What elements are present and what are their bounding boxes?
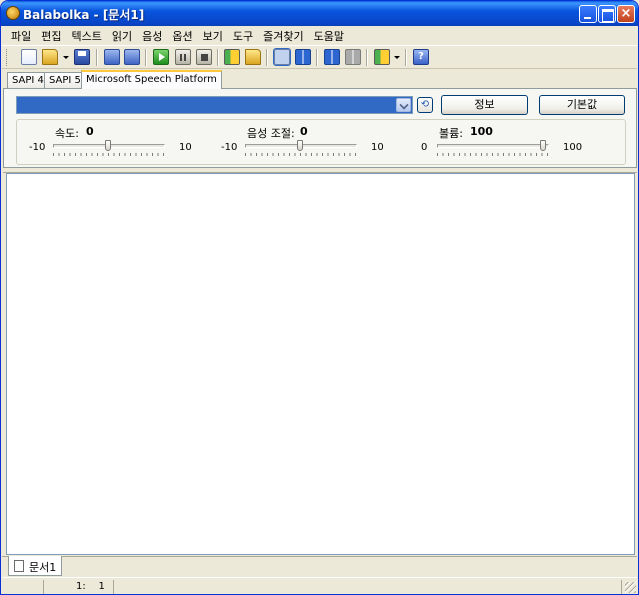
pitch-ticks	[245, 153, 357, 156]
help-icon[interactable]: ?	[413, 49, 429, 65]
new-document-icon[interactable]	[21, 49, 37, 65]
volume-value: 100	[470, 125, 493, 138]
volume-ticks	[437, 153, 549, 156]
document-tab-label: 문서1	[29, 561, 57, 574]
app-window: Balabolka - [문서1] × 파일 편집 텍스트 읽기 음성 옵션 보…	[0, 0, 639, 595]
clip-icon[interactable]	[324, 49, 340, 65]
open-dropdown-arrow-icon[interactable]	[63, 56, 69, 59]
volume-label: 볼륨:	[439, 127, 463, 140]
tab-microsoft-speech-platform[interactable]: Microsoft Speech Platform	[81, 70, 222, 89]
balabolka-app-icon[interactable]	[6, 6, 20, 20]
rate-max-label: 10	[179, 142, 192, 153]
status-pane-info	[116, 580, 622, 594]
lexicon-icon[interactable]	[245, 49, 261, 65]
rate-slider-thumb[interactable]	[105, 140, 111, 151]
chevron-down-icon[interactable]	[396, 98, 411, 112]
menu-text[interactable]: 텍스트	[67, 26, 107, 44]
document-icon	[14, 560, 24, 572]
pitch-slider-thumb[interactable]	[297, 140, 303, 151]
status-bar: 1: 1	[2, 577, 637, 594]
minimize-button[interactable]	[579, 5, 597, 23]
default-button[interactable]: 기본값	[539, 95, 625, 115]
toolbar-separator	[266, 49, 267, 66]
save-icon[interactable]	[74, 49, 90, 65]
menu-file[interactable]: 파일	[6, 26, 36, 44]
toolbar-separator	[405, 49, 406, 66]
text-view-icon[interactable]	[273, 48, 291, 66]
toolbar-separator	[145, 49, 146, 66]
rate-ticks	[53, 153, 165, 156]
status-pane-mode	[4, 580, 44, 594]
volume-slider-thumb[interactable]	[540, 140, 546, 151]
engine-tabs: SAPI 4 SAPI 5 Microsoft Speech Platform	[2, 70, 637, 89]
batch-convert-icon[interactable]	[124, 49, 140, 65]
split-icon[interactable]	[374, 49, 390, 65]
toolbar-separator	[96, 49, 97, 66]
document-tabs: 문서1	[2, 556, 637, 576]
pitch-min-label: -10	[221, 142, 238, 153]
close-icon: ×	[620, 6, 632, 21]
text-editor[interactable]	[6, 173, 635, 555]
menu-edit[interactable]: 편집	[36, 26, 66, 44]
menu-tools[interactable]: 도구	[228, 26, 258, 44]
voice-settings-panel: ⟲ 정보 기본값 속도: 0 -10 10 음성 조절: 0 -10 10 볼륨…	[3, 88, 637, 168]
toolbar-separator	[316, 49, 317, 66]
toolbar-grip[interactable]	[6, 49, 9, 66]
close-button[interactable]: ×	[617, 5, 635, 23]
rate-slider[interactable]	[53, 140, 165, 151]
book-icon[interactable]	[295, 49, 311, 65]
stop-icon[interactable]	[196, 49, 212, 65]
menu-help[interactable]: 도움말	[309, 26, 349, 44]
menu-view[interactable]: 보기	[198, 26, 228, 44]
open-file-icon[interactable]	[42, 49, 58, 65]
voice-select[interactable]	[16, 96, 413, 114]
play-icon[interactable]	[153, 49, 169, 65]
voice-sliders: 속도: 0 -10 10 음성 조절: 0 -10 10 볼륨: 100 0 1…	[16, 119, 626, 165]
window-title: Balabolka - [문서1]	[23, 8, 145, 22]
voices-icon[interactable]	[224, 49, 240, 65]
pitch-max-label: 10	[371, 142, 384, 153]
tab-sapi4[interactable]: SAPI 4	[7, 72, 49, 88]
rate-label: 속도:	[55, 127, 79, 140]
tab-sapi5[interactable]: SAPI 5	[44, 72, 86, 88]
menu-options[interactable]: 옵션	[167, 26, 197, 44]
title-bar[interactable]: Balabolka - [문서1] ×	[1, 1, 638, 26]
menu-favorites[interactable]: 즐겨찾기	[258, 26, 308, 44]
pitch-label: 음성 조절:	[247, 127, 295, 140]
volume-slider[interactable]	[437, 140, 549, 151]
pitch-value: 0	[300, 125, 308, 138]
menu-bar: 파일 편집 텍스트 읽기 음성 옵션 보기 도구 즐겨찾기 도움말	[2, 26, 637, 44]
rate-value: 0	[86, 125, 94, 138]
rate-min-label: -10	[29, 142, 46, 153]
refresh-voices-button[interactable]: ⟲	[417, 97, 433, 113]
info-button[interactable]: 정보	[441, 95, 528, 115]
pause-icon[interactable]	[175, 49, 191, 65]
menu-voice[interactable]: 음성	[137, 26, 167, 44]
resize-grip-icon[interactable]	[625, 582, 636, 593]
maximize-button[interactable]	[598, 5, 616, 23]
save-audio-icon[interactable]	[104, 49, 120, 65]
book-gray-icon[interactable]	[345, 49, 361, 65]
volume-max-label: 100	[563, 142, 583, 153]
cursor-position: 1: 1	[46, 580, 114, 594]
toolbar: ?	[2, 45, 637, 69]
document-tab[interactable]: 문서1	[8, 556, 62, 576]
toolbar-separator	[366, 49, 367, 66]
menu-read[interactable]: 읽기	[107, 26, 137, 44]
minimize-icon	[580, 6, 596, 22]
pitch-slider[interactable]	[245, 140, 357, 151]
maximize-icon	[599, 6, 615, 22]
split-dropdown-arrow-icon[interactable]	[394, 56, 400, 59]
volume-min-label: 0	[421, 142, 428, 153]
toolbar-separator	[217, 49, 218, 66]
